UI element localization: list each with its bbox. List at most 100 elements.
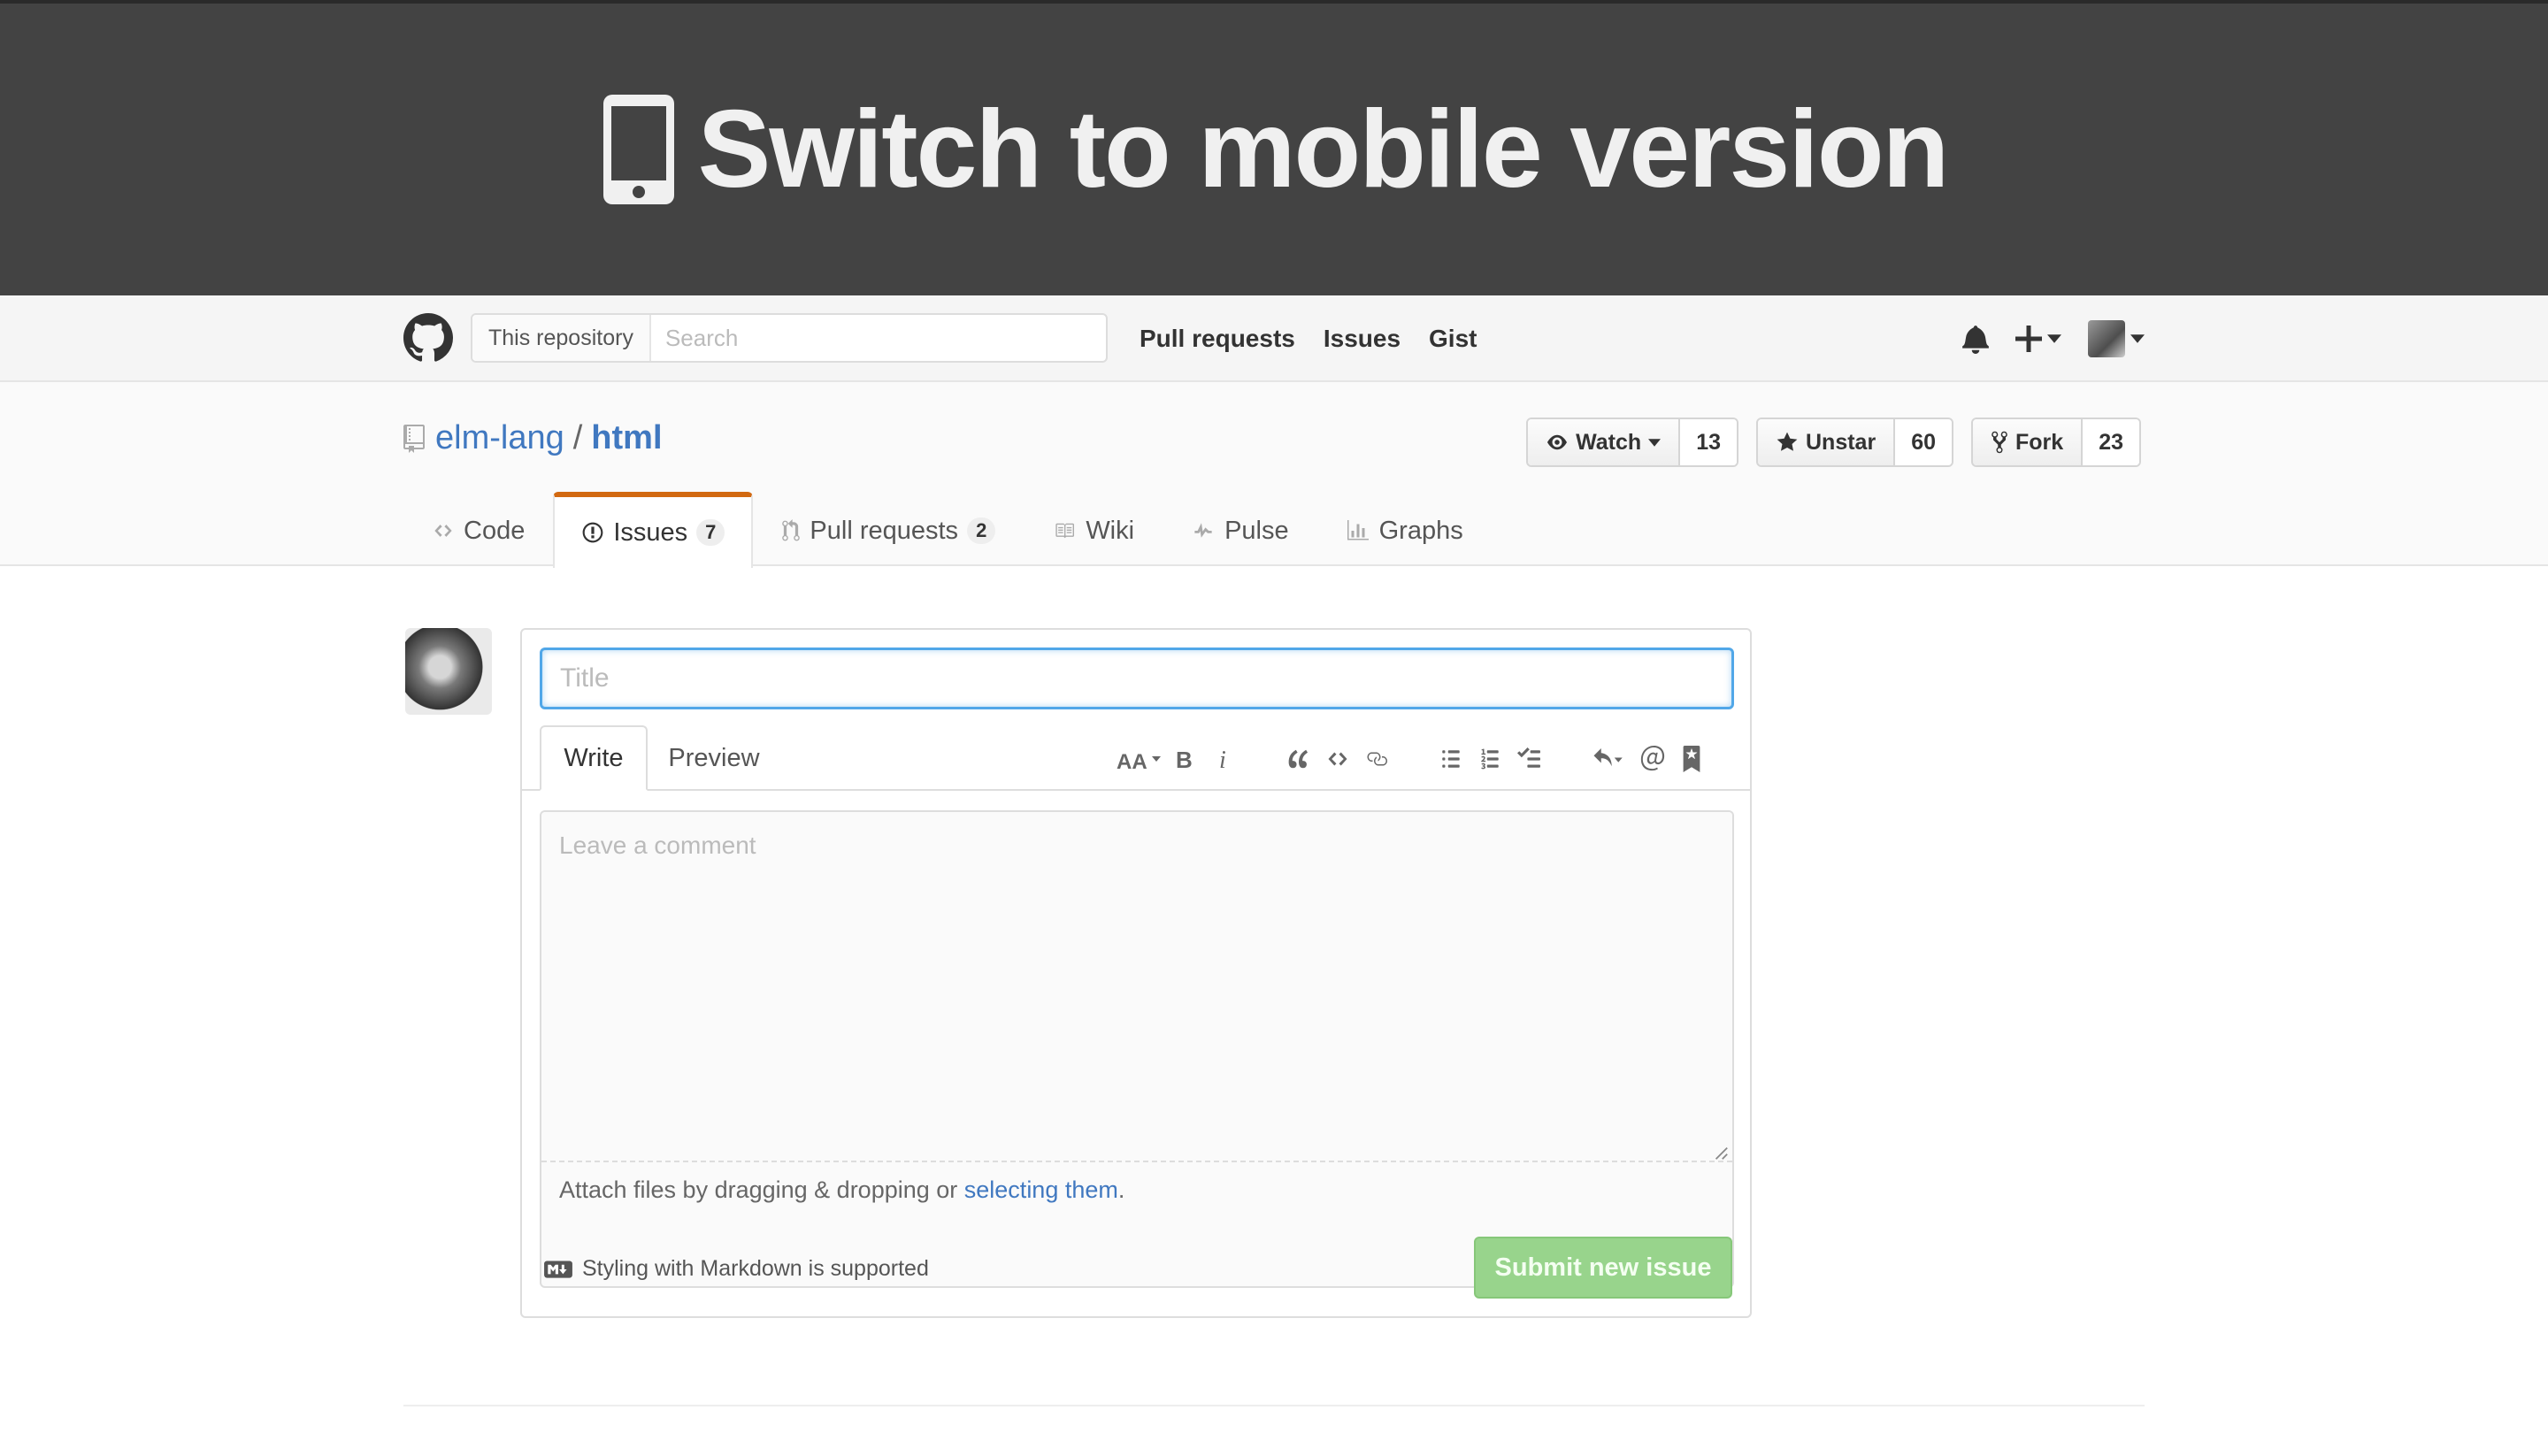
nav-issues[interactable]: Issues — [1324, 325, 1401, 353]
link-icon — [1367, 752, 1387, 766]
header-text-tool[interactable]: AA — [1113, 737, 1166, 781]
caret-down-icon — [2130, 334, 2145, 343]
code-icon — [434, 525, 452, 537]
nav-pull-requests[interactable]: Pull requests — [1140, 325, 1295, 353]
watch-label: Watch — [1576, 429, 1642, 455]
fork-group: Fork 23 — [1971, 418, 2141, 467]
attach-end: . — [1117, 1176, 1125, 1203]
unordered-list-tool[interactable] — [1431, 737, 1470, 781]
create-new-dropdown[interactable] — [2015, 326, 2061, 352]
mention-tool[interactable] — [1633, 737, 1672, 781]
submit-new-issue-button[interactable]: Submit new issue — [1474, 1237, 1732, 1299]
quote-icon — [1288, 749, 1309, 769]
pull-requests-counter: 2 — [967, 517, 996, 544]
resize-handle-icon[interactable] — [1713, 1145, 1729, 1161]
fork-button[interactable]: Fork — [1973, 419, 2084, 465]
search-box: This repository — [471, 313, 1108, 363]
task-list-icon — [1517, 747, 1540, 768]
star-group: Unstar 60 — [1756, 418, 1953, 467]
header-nav: Pull requests Issues Gist — [1140, 295, 1477, 382]
ordered-list-icon — [1481, 748, 1499, 770]
author-avatar — [405, 628, 492, 715]
tab-pulse-label: Pulse — [1224, 516, 1289, 545]
reference-tool[interactable] — [1672, 737, 1711, 781]
bell-icon[interactable] — [1962, 324, 1989, 354]
switch-to-mobile-banner[interactable]: Switch to mobile version — [0, 0, 2548, 295]
graph-icon — [1347, 520, 1369, 540]
markdown-note-text: Styling with Markdown is supported — [582, 1256, 929, 1281]
plus-icon — [2015, 326, 2042, 352]
watch-count[interactable]: 13 — [1680, 419, 1737, 465]
mention-icon — [1640, 746, 1665, 771]
task-list-tool[interactable] — [1509, 737, 1548, 781]
reply-icon — [1593, 748, 1623, 767]
github-logo-icon[interactable] — [403, 313, 453, 363]
repo-title: elm-lang / html — [403, 419, 663, 457]
mobile-phone-icon — [602, 95, 674, 204]
tab-issues-label: Issues — [613, 517, 688, 547]
site-header: This repository Pull requests Issues Gis… — [0, 295, 2548, 382]
tab-pulse[interactable]: Pulse — [1163, 494, 1317, 566]
issue-title-input[interactable] — [540, 648, 1734, 709]
new-issue-form: Write Preview AA B i — [520, 628, 1752, 1318]
tab-pull-requests[interactable]: Pull requests 2 — [753, 494, 1024, 566]
user-menu-dropdown[interactable] — [2088, 320, 2145, 357]
search-input[interactable] — [650, 315, 1106, 361]
code-icon — [1328, 752, 1347, 766]
comment-textarea[interactable] — [541, 812, 1732, 1162]
saved-reply-tool[interactable] — [1584, 737, 1633, 781]
italic-tool[interactable]: i — [1205, 737, 1244, 781]
fork-count[interactable]: 23 — [2083, 419, 2139, 465]
comment-editor: Attach files by dragging & dropping or s… — [540, 810, 1734, 1288]
issues-counter: 7 — [696, 519, 725, 546]
quote-tool[interactable] — [1279, 737, 1318, 781]
preview-tab[interactable]: Preview — [648, 725, 780, 791]
repo-actions: Watch 13 Unstar 60 Fork 23 — [1526, 418, 2141, 467]
bold-icon: B — [1176, 747, 1193, 771]
text-size-icon: AA — [1117, 750, 1161, 770]
ordered-list-tool[interactable] — [1470, 737, 1509, 781]
watch-group: Watch 13 — [1526, 418, 1738, 467]
bold-tool[interactable]: B — [1166, 737, 1205, 781]
nav-gist[interactable]: Gist — [1429, 325, 1477, 353]
repo-tabs: Code Issues 7 Pull requests 2 Wiki Pulse… — [403, 492, 1492, 568]
tab-wiki[interactable]: Wiki — [1024, 494, 1163, 566]
watch-button[interactable]: Watch — [1528, 419, 1681, 465]
star-icon — [1777, 432, 1798, 451]
tab-wiki-label: Wiki — [1086, 516, 1135, 545]
unordered-list-icon — [1442, 750, 1460, 768]
caret-down-icon — [1648, 438, 1662, 447]
svg-text:B: B — [1176, 747, 1193, 771]
book-icon — [1055, 523, 1075, 539]
unstar-button[interactable]: Unstar — [1758, 419, 1896, 465]
eye-icon — [1547, 434, 1568, 450]
unstar-label: Unstar — [1806, 429, 1876, 455]
fork-icon — [1992, 431, 2007, 454]
svg-text:AA: AA — [1117, 750, 1147, 770]
repo-owner-link[interactable]: elm-lang — [435, 419, 564, 457]
avatar — [2088, 320, 2125, 357]
header-right — [1962, 295, 2145, 382]
markdown-supported-note[interactable]: Styling with Markdown is supported — [543, 1256, 929, 1282]
tab-code[interactable]: Code — [403, 494, 553, 566]
markdown-icon — [544, 1260, 572, 1278]
pull-request-icon — [782, 519, 801, 541]
repo-name-link[interactable]: html — [591, 419, 662, 457]
tab-graphs[interactable]: Graphs — [1317, 494, 1492, 566]
select-files-link[interactable]: selecting them — [964, 1176, 1118, 1203]
tab-graphs-label: Graphs — [1378, 516, 1463, 545]
repo-header: elm-lang / html Watch 13 Unstar 60 Fork — [0, 382, 2548, 568]
tab-issues[interactable]: Issues 7 — [553, 492, 754, 568]
bookmark-icon — [1683, 746, 1700, 772]
banner-text: Switch to mobile version — [697, 88, 1950, 211]
tab-pull-requests-label: Pull requests — [810, 516, 959, 545]
code-tool[interactable] — [1318, 737, 1357, 781]
footer-divider — [403, 1405, 2145, 1406]
attach-text: Attach files by dragging & dropping or — [559, 1176, 964, 1203]
tab-code-label: Code — [464, 516, 526, 545]
repo-separator: / — [572, 419, 583, 456]
link-tool[interactable] — [1357, 737, 1396, 781]
markdown-toolbar: AA B i — [1113, 734, 1711, 784]
star-count[interactable]: 60 — [1895, 419, 1952, 465]
write-tab[interactable]: Write — [540, 725, 648, 791]
